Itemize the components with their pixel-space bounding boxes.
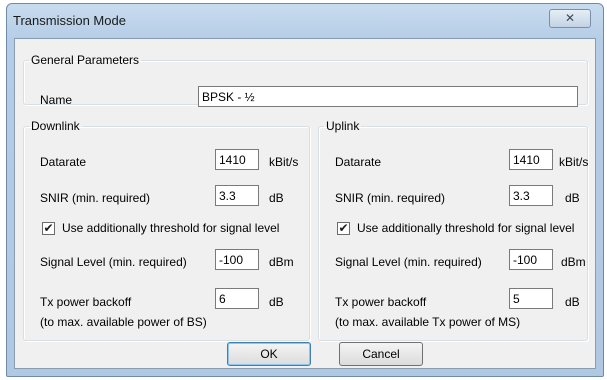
- downlink-datarate-label: Datarate: [40, 155, 87, 169]
- downlink-datarate-unit: kBit/s: [269, 155, 299, 169]
- uplink-snir-label: SNIR (min. required): [335, 191, 446, 205]
- downlink-snir-unit: dB: [269, 191, 284, 205]
- uplink-backoff-unit: dB: [565, 295, 580, 309]
- uplink-signal-label: Signal Level (min. required): [335, 255, 482, 269]
- uplink-datarate-unit: kBit/s: [559, 155, 589, 169]
- downlink-datarate-input[interactable]: [215, 149, 259, 170]
- uplink-datarate-input[interactable]: [509, 149, 553, 170]
- general-parameters-legend: General Parameters: [31, 53, 140, 67]
- name-input[interactable]: [198, 86, 578, 107]
- downlink-legend: Downlink: [31, 119, 80, 133]
- downlink-threshold-label[interactable]: Use additionally threshold for signal le…: [62, 221, 279, 235]
- uplink-signal-unit: dBm: [561, 255, 586, 269]
- dialog-window: Transmission Mode ✕ General Parameters N…: [6, 3, 604, 377]
- downlink-signal-label: Signal Level (min. required): [40, 255, 187, 269]
- uplink-backoff-input[interactable]: [509, 288, 553, 309]
- close-icon: ✕: [564, 11, 576, 25]
- window-title: Transmission Mode: [13, 13, 126, 28]
- downlink-backoff-input[interactable]: [215, 288, 259, 309]
- ok-button[interactable]: OK: [227, 342, 311, 366]
- uplink-backoff-label: Tx power backoff: [335, 295, 427, 309]
- downlink-backoff-unit: dB: [269, 295, 284, 309]
- downlink-backoff-note: (to max. available power of BS): [40, 315, 207, 329]
- uplink-snir-input[interactable]: [509, 185, 553, 206]
- dialog-client-area: General Parameters Name Downlink Datarat…: [14, 38, 596, 369]
- uplink-signal-input[interactable]: [509, 249, 553, 270]
- uplink-backoff-note: (to max. available Tx power of MS): [335, 315, 521, 329]
- downlink-snir-label: SNIR (min. required): [40, 191, 151, 205]
- downlink-threshold-checkbox[interactable]: ✔: [42, 222, 55, 235]
- uplink-snir-unit: dB: [565, 191, 580, 205]
- uplink-legend: Uplink: [326, 119, 360, 133]
- close-button[interactable]: ✕: [549, 9, 591, 28]
- cancel-button[interactable]: Cancel: [339, 342, 423, 366]
- downlink-backoff-label: Tx power backoff: [40, 295, 132, 309]
- uplink-threshold-checkbox[interactable]: ✔: [337, 222, 350, 235]
- uplink-datarate-label: Datarate: [335, 155, 382, 169]
- name-label: Name: [40, 93, 73, 107]
- downlink-signal-unit: dBm: [269, 255, 294, 269]
- checkmark-icon: ✔: [338, 221, 349, 235]
- checkmark-icon: ✔: [43, 221, 54, 235]
- title-bar[interactable]: Transmission Mode ✕: [7, 4, 603, 38]
- downlink-snir-input[interactable]: [215, 185, 259, 206]
- downlink-signal-input[interactable]: [215, 249, 259, 270]
- uplink-threshold-label[interactable]: Use additionally threshold for signal le…: [357, 221, 574, 235]
